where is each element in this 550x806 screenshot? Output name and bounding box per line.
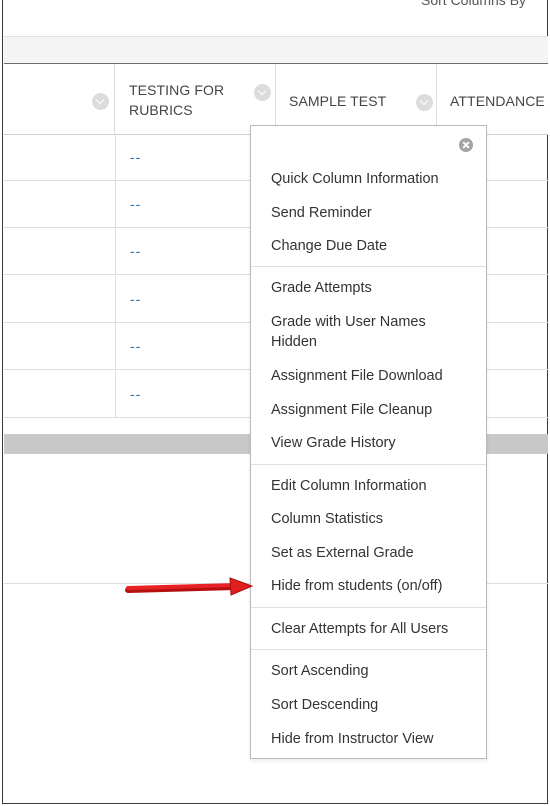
menu-separator (251, 649, 486, 650)
grade-cell[interactable]: -- (130, 291, 141, 307)
grade-cell[interactable]: -- (130, 386, 141, 402)
toolbar-strip (4, 36, 548, 64)
menu-item-column-statistics[interactable]: Column Statistics (271, 509, 383, 529)
menu-item-grade-attempts[interactable]: Grade Attempts (271, 278, 372, 298)
sort-columns-label[interactable]: Sort Columns By (421, 0, 547, 8)
menu-item-send-reminder[interactable]: Send Reminder (271, 203, 372, 223)
grade-cell[interactable]: -- (130, 338, 141, 354)
menu-item-change-due-date[interactable]: Change Due Date (271, 236, 387, 256)
menu-item-view-grade-history[interactable]: View Grade History (271, 433, 396, 453)
menu-item-label-line2: Hidden (271, 334, 317, 350)
chevron-down-icon[interactable] (254, 84, 271, 101)
menu-separator (251, 266, 486, 267)
column-header-attendance[interactable]: ATTENDANCE (437, 64, 548, 134)
menu-separator (251, 607, 486, 608)
menu-item-grade-with-user-names-hidden[interactable]: Grade with User Names Hidden (271, 312, 426, 352)
chevron-down-icon[interactable] (92, 93, 109, 110)
red-arrow-icon (125, 577, 254, 596)
menu-item-quick-column-information[interactable]: Quick Column Information (271, 169, 439, 189)
menu-item-label-line1: Grade with User Names (271, 314, 426, 330)
chevron-down-icon[interactable] (416, 94, 433, 111)
column-header-testing-for-rubrics[interactable]: TESTING FOR RUBRICS (115, 64, 276, 134)
grade-cell[interactable]: -- (130, 149, 141, 165)
column-header-sample-test[interactable]: SAMPLE TEST (276, 64, 437, 134)
menu-item-assignment-file-cleanup[interactable]: Assignment File Cleanup (271, 400, 432, 420)
menu-item-set-as-external-grade[interactable]: Set as External Grade (271, 543, 414, 563)
menu-item-clear-attempts-for-all-users[interactable]: Clear Attempts for All Users (271, 619, 448, 639)
column-header-blank (4, 64, 115, 134)
grade-cell[interactable]: -- (130, 243, 141, 259)
menu-item-sort-ascending[interactable]: Sort Ascending (271, 661, 369, 681)
column-header-label: SAMPLE TEST (289, 93, 387, 109)
column-header-label-line2: RUBRICS (129, 102, 193, 118)
menu-item-assignment-file-download[interactable]: Assignment File Download (271, 366, 443, 386)
menu-separator (251, 464, 486, 465)
grade-cell[interactable]: -- (130, 196, 141, 212)
column-header-label-line1: TESTING FOR (129, 82, 225, 98)
menu-item-hide-from-instructor-view[interactable]: Hide from Instructor View (271, 729, 434, 749)
close-icon[interactable] (459, 138, 473, 152)
column-context-menu: Quick Column Information Send Reminder C… (250, 125, 487, 759)
column-header-label: ATTENDANCE (450, 93, 545, 109)
menu-item-edit-column-information[interactable]: Edit Column Information (271, 476, 427, 496)
menu-item-hide-from-students[interactable]: Hide from students (on/off) (271, 576, 442, 596)
menu-item-sort-descending[interactable]: Sort Descending (271, 695, 378, 715)
